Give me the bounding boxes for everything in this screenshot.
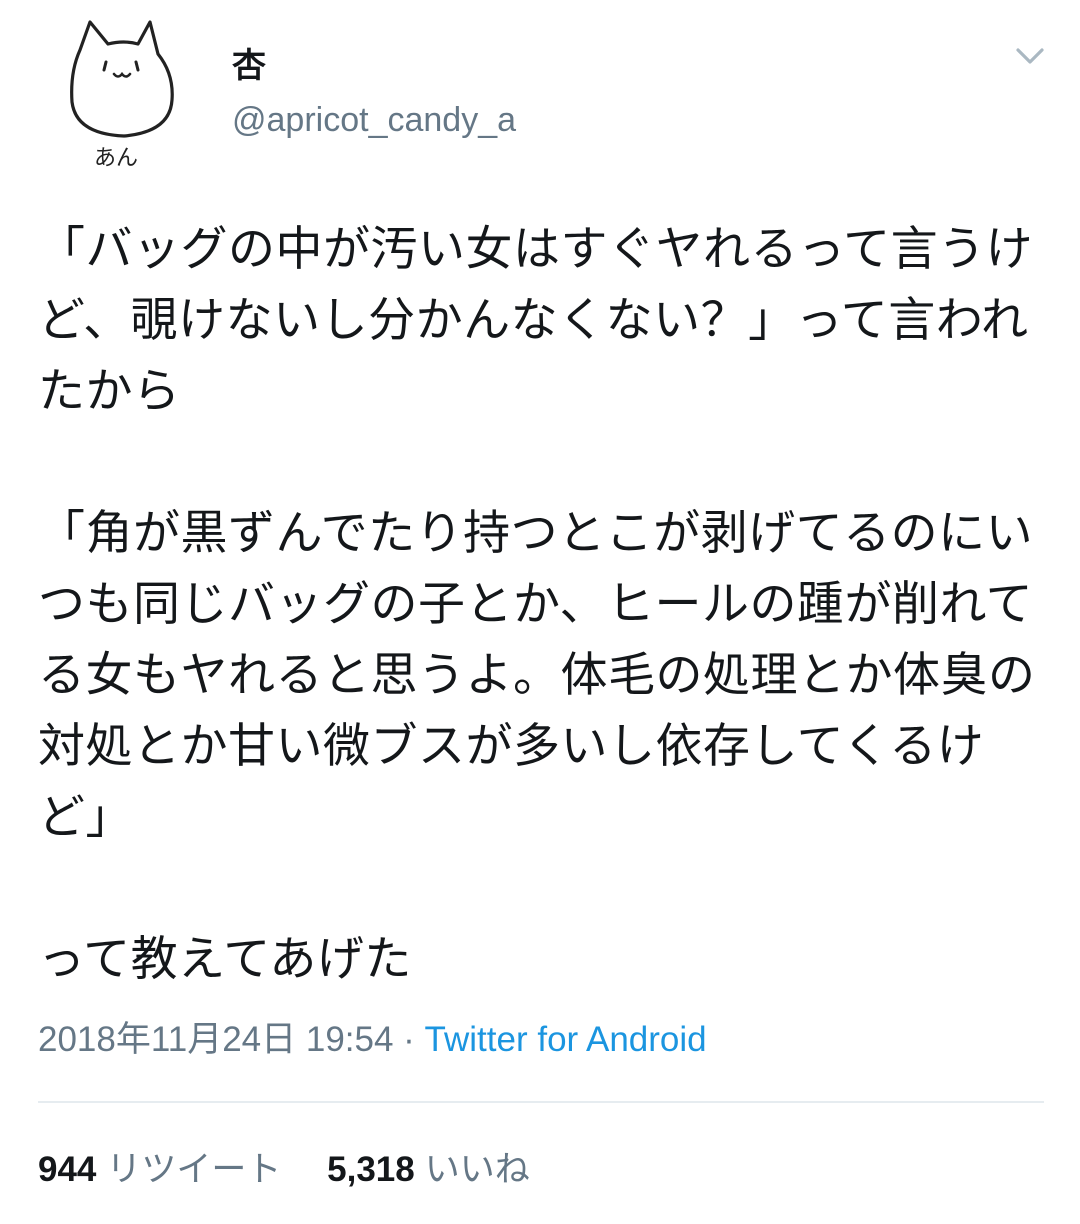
likes-count: 5,318 <box>327 1150 415 1189</box>
retweets-count: 944 <box>38 1150 97 1189</box>
likes-stat[interactable]: 5,318 いいね <box>327 1146 530 1194</box>
display-name[interactable]: 杏 <box>232 42 266 90</box>
avatar-caption: あん <box>93 146 138 171</box>
divider <box>38 1101 1044 1103</box>
tweet-timestamp[interactable]: 2018年11月24日 19:54 <box>38 1020 393 1059</box>
chevron-down-icon[interactable] <box>1006 36 1054 76</box>
retweets-label: リツイート <box>106 1150 282 1190</box>
tweet-stats: 944 リツイート 5,318 いいね <box>38 1146 566 1194</box>
retweets-stat[interactable]: 944 リツイート <box>38 1146 281 1194</box>
tweet-source-link[interactable]: Twitter for Android <box>425 1020 707 1059</box>
tweet-meta: 2018年11月24日 19:54 · Twitter for Android <box>38 1016 707 1064</box>
user-handle[interactable]: @apricot_candy_a <box>232 96 516 144</box>
meta-separator: · <box>393 1020 425 1059</box>
cat-avatar-icon <box>70 20 174 138</box>
tweet-text: 「バッグの中が汚い女はすぐヤれるって言うけど、覗けないし分かんなくない？」って言… <box>38 222 1036 987</box>
likes-label: いいね <box>424 1150 530 1190</box>
avatar[interactable]: あん <box>58 10 190 178</box>
tweet-detail: あん 杏 @apricot_candy_a 「バッグの中が汚い女はすぐヤれるって… <box>0 0 1080 1224</box>
